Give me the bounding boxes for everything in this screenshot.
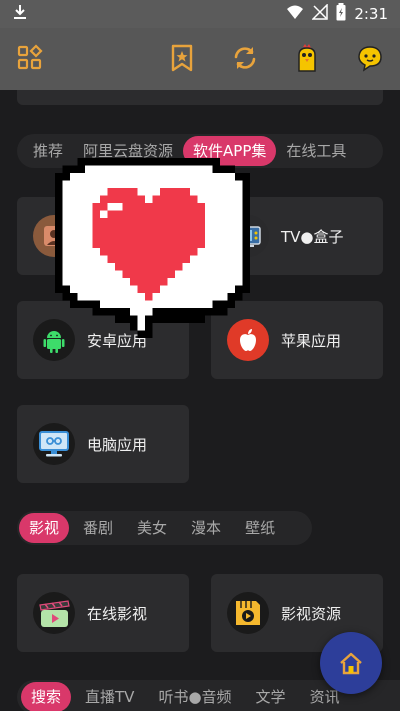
app-card-tv-box-label: TV●盒子 bbox=[281, 227, 344, 246]
tab-live-tv[interactable]: 直播TV bbox=[75, 682, 144, 711]
tab-online-tools[interactable]: 在线工具 bbox=[276, 136, 356, 166]
tab-movies[interactable]: 影视 bbox=[19, 513, 70, 543]
app-card-computer-label: 电脑应用 bbox=[87, 435, 148, 454]
tab-literature[interactable]: 文学 bbox=[246, 682, 296, 711]
tab-comics[interactable]: 漫本 bbox=[181, 513, 231, 543]
pixel-heart-speech-bubble-icon[interactable] bbox=[55, 158, 250, 348]
top-toolbar bbox=[0, 28, 400, 90]
tab-search[interactable]: 搜索 bbox=[21, 682, 72, 711]
app-card-apple-label: 苹果应用 bbox=[281, 331, 342, 350]
home-icon bbox=[340, 652, 362, 675]
tab-anime[interactable]: 番剧 bbox=[73, 513, 123, 543]
status-time: 2:31 bbox=[354, 5, 388, 23]
partial-card[interactable] bbox=[17, 90, 383, 105]
tab-audiobooks[interactable]: 听书●音频 bbox=[148, 682, 241, 711]
signal-off-icon bbox=[311, 3, 329, 24]
media-card-online-movies-label: 在线影视 bbox=[87, 604, 148, 623]
refresh-icon[interactable] bbox=[229, 42, 261, 74]
battery-icon bbox=[336, 3, 346, 25]
tab-beauty[interactable]: 美女 bbox=[127, 513, 177, 543]
chicken-mascot-icon[interactable] bbox=[291, 42, 323, 74]
media-card-movie-resources-label: 影视资源 bbox=[281, 604, 342, 623]
apps-grid-icon[interactable] bbox=[14, 42, 46, 74]
wifi-icon bbox=[286, 4, 304, 24]
chat-emoji-icon[interactable] bbox=[354, 42, 386, 74]
folder-play-icon bbox=[227, 592, 269, 634]
app-card-computer[interactable]: 电脑应用 bbox=[17, 405, 189, 483]
home-fab-button[interactable] bbox=[320, 632, 382, 694]
clapperboard-icon bbox=[33, 592, 75, 634]
bookmark-star-icon[interactable] bbox=[166, 42, 198, 74]
computer-icon bbox=[33, 423, 75, 465]
tab-wallpaper[interactable]: 壁纸 bbox=[235, 513, 285, 543]
status-bar: 2:31 bbox=[0, 0, 400, 28]
media-card-online-movies[interactable]: 在线影视 bbox=[17, 574, 189, 652]
download-icon bbox=[12, 4, 28, 24]
category-tabs-2: 影视 番剧 美女 漫本 壁纸 bbox=[17, 511, 312, 545]
